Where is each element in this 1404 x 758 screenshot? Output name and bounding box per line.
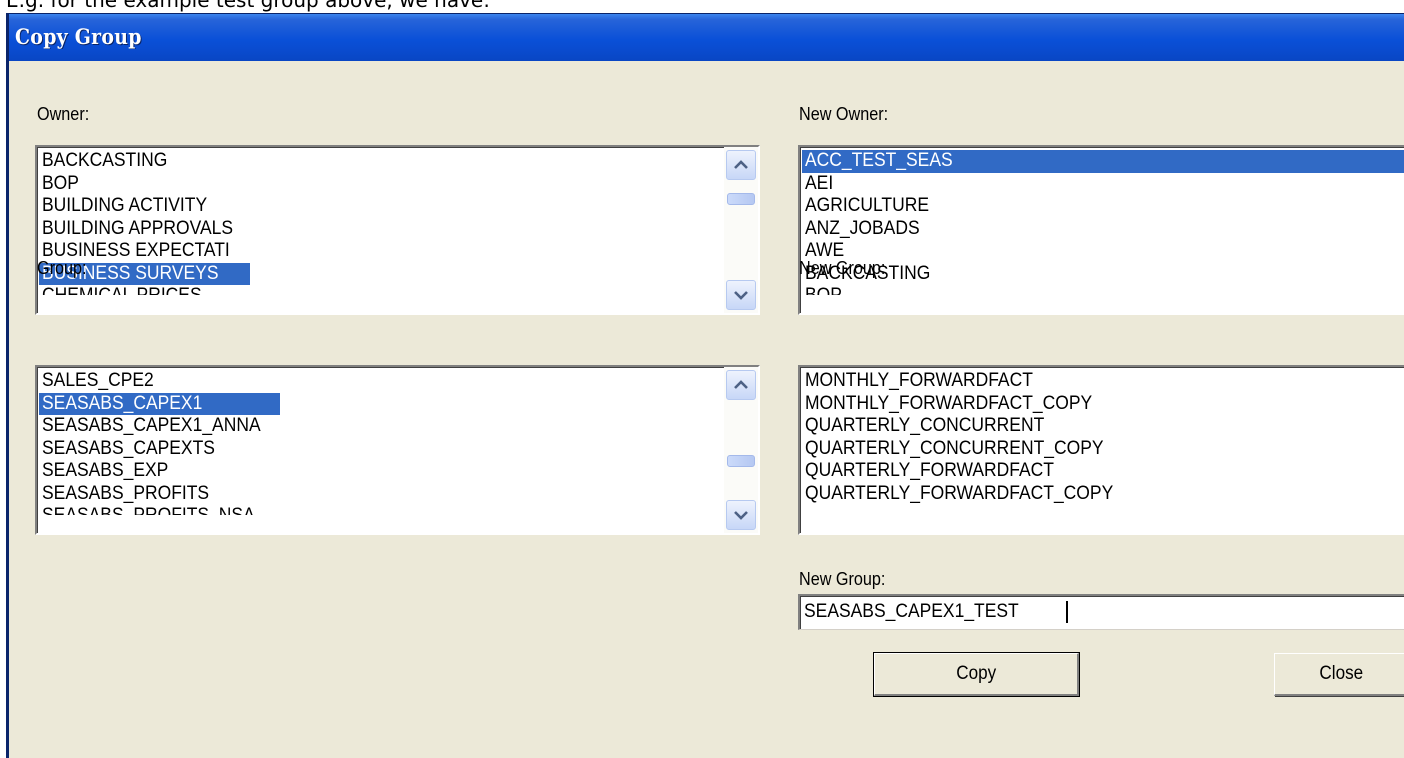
chevron-down-icon (734, 290, 748, 300)
new-owner-list-item-label: BOP (805, 285, 842, 295)
owner-list-item-label: BUILDING ACTIVITY (42, 195, 208, 216)
group-scrollbar[interactable] (724, 367, 758, 533)
title-bar[interactable]: Copy Group (9, 14, 1404, 61)
new-group-list-rows: MONTHLY_FORWARDFACT MONTHLY_FORWARDFACT_C… (802, 370, 1404, 505)
copy-group-dialog: Copy Group Owner: BACKCASTING BOP BUILDING… (6, 13, 1404, 758)
group-list-rows: SALES_CPE2 SEASABS_CAPEX1 SEASABS_CAPEX1_A… (39, 370, 280, 515)
new-group-list-item[interactable]: MONTHLY_FORWARDFACT_COPY (802, 393, 1404, 416)
group-list-item-label: SALES_CPE2 (42, 370, 154, 391)
owner-scrollbar[interactable] (724, 147, 758, 313)
text-caret (1066, 601, 1068, 623)
new-owner-list-item[interactable]: AWE (802, 240, 1404, 263)
new-owner-list-item-label: ANZ_JOBADS (805, 217, 920, 239)
new-owner-list-item-label: AGRICULTURE (805, 195, 929, 216)
new-owner-list-item[interactable]: ACC_TEST_SEAS (802, 150, 1404, 173)
new-group-list-item[interactable]: QUARTERLY_FORWARDFACT (802, 460, 1404, 483)
new-group-input-field[interactable] (798, 594, 1404, 630)
owner-list-item[interactable]: BOP (39, 173, 250, 196)
new-owner-list-item-label: AEI (805, 172, 834, 194)
new-group-list-item[interactable]: QUARTERLY_CONCURRENT_COPY (802, 438, 1404, 461)
group-list-item-label: SEASABS_CAPEXTS (42, 437, 215, 459)
owner-scroll-down-button[interactable] (726, 280, 756, 310)
group-list-item-label: SEASABS_PROFITS_NSA (42, 505, 255, 515)
chevron-up-icon (734, 160, 748, 170)
new-group-input-label: New Group: (799, 569, 886, 589)
owner-scroll-thumb[interactable] (727, 193, 755, 205)
new-owner-list-item[interactable]: ANZ_JOBADS (802, 218, 1404, 241)
owner-label: Owner: (37, 104, 90, 124)
group-list-item[interactable]: SEASABS_CAPEX1 (39, 392, 280, 415)
group-list-item-label: SEASABS_CAPEX1_ANNA (42, 415, 261, 436)
new-owner-list-item[interactable]: AEI (802, 173, 1404, 196)
new-group-list-item-label: QUARTERLY_CONCURRENT_COPY (805, 437, 1104, 459)
group-list-item-label: SEASABS_PROFITS (42, 482, 210, 504)
group-list-item[interactable]: SEASABS_PROFITS (39, 483, 280, 506)
group-list-item-label: SEASABS_EXP (42, 460, 169, 481)
group-list-item[interactable]: SEASABS_PROFITS_NSA (39, 505, 280, 515)
new-group-list-item-label: QUARTERLY_FORWARDFACT (805, 460, 1054, 481)
copy-button[interactable]: Copy (873, 652, 1080, 697)
new-group-input[interactable] (804, 598, 1363, 626)
owner-list-item[interactable]: CHEMICAL PRICES (39, 285, 250, 295)
new-owner-list-item[interactable]: BOP (802, 285, 1404, 295)
owner-list-item[interactable]: BUILDING APPROVALS (39, 218, 250, 241)
copy-button-label: Copy (956, 663, 996, 684)
new-owner-list-item[interactable]: BACKCASTING (802, 263, 1404, 286)
new-group-list-item-label: QUARTERLY_CONCURRENT (805, 415, 1045, 436)
dialog-title: Copy Group (15, 24, 142, 49)
new-group-list-item[interactable]: QUARTERLY_CONCURRENT (802, 415, 1404, 438)
close-button[interactable]: Close (1274, 653, 1404, 696)
close-button-label: Close (1319, 663, 1363, 684)
group-list-item[interactable]: SEASABS_EXP (39, 460, 280, 483)
group-list-item-label: SEASABS_CAPEX1 (42, 392, 203, 414)
new-owner-list-rows: ACC_TEST_SEAS AEI AGRICULTURE ANZ_JOBADS AWE… (802, 150, 1404, 295)
owner-list-item-label: BUILDING APPROVALS (42, 217, 234, 239)
owner-scroll-up-button[interactable] (726, 150, 756, 180)
owner-list-item-label: BACKCASTING (42, 150, 168, 171)
new-owner-list-item-label: ACC_TEST_SEAS (805, 150, 953, 171)
new-group-list-item-label: QUARTERLY_FORWARDFACT_COPY (805, 482, 1114, 504)
group-listbox[interactable]: SALES_CPE2 SEASABS_CAPEX1 SEASABS_CAPEX1_A… (35, 365, 760, 535)
new-group-list-item[interactable]: QUARTERLY_FORWARDFACT_COPY (802, 483, 1404, 506)
group-scroll-thumb[interactable] (727, 455, 755, 467)
owner-list-item[interactable]: BACKCASTING (39, 150, 250, 173)
group-list-item[interactable]: SEASABS_CAPEXTS (39, 438, 280, 461)
group-scroll-down-button[interactable] (726, 500, 756, 530)
owner-list-item-label: CHEMICAL PRICES (42, 285, 202, 295)
owner-list-item-label: BOP (42, 172, 79, 194)
new-owner-listbox[interactable]: ACC_TEST_SEAS AEI AGRICULTURE ANZ_JOBADS AWE… (798, 145, 1404, 315)
dialog-client-area: Owner: BACKCASTING BOP BUILDING ACTIVITY BU… (9, 61, 1404, 758)
document-text-fragment: E.g. for the example test group above, w… (6, 0, 490, 12)
new-owner-list-item[interactable]: AGRICULTURE (802, 195, 1404, 218)
group-scroll-up-button[interactable] (726, 370, 756, 400)
owner-list-item[interactable]: BUILDING ACTIVITY (39, 195, 250, 218)
new-group-listbox[interactable]: MONTHLY_FORWARDFACT MONTHLY_FORWARDFACT_C… (798, 365, 1404, 535)
group-label: Group: (37, 258, 87, 278)
new-owner-label: New Owner: (799, 104, 889, 124)
owner-listbox[interactable]: BACKCASTING BOP BUILDING ACTIVITY BUILDING … (35, 145, 760, 315)
chevron-down-icon (734, 510, 748, 520)
new-group-list-item[interactable]: MONTHLY_FORWARDFACT (802, 370, 1404, 393)
new-group-list-item-label: MONTHLY_FORWARDFACT_COPY (805, 392, 1093, 414)
chevron-up-icon (734, 380, 748, 390)
group-list-item[interactable]: SEASABS_CAPEX1_ANNA (39, 415, 280, 438)
group-list-item[interactable]: SALES_CPE2 (39, 370, 280, 393)
new-group-list-item-label: MONTHLY_FORWARDFACT (805, 370, 1033, 391)
new-group-list-label: New Group: (799, 258, 886, 278)
